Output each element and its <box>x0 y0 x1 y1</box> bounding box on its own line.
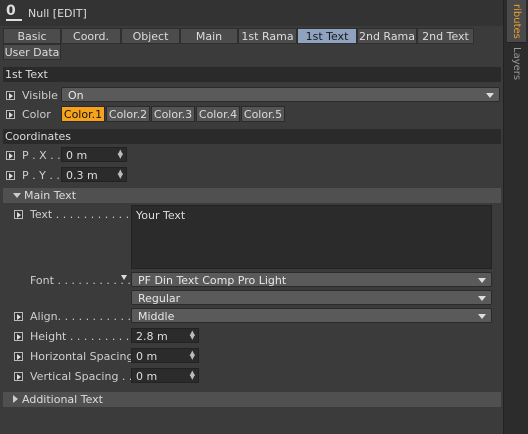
tab-main[interactable]: Main <box>180 28 238 44</box>
stepper-icon[interactable]: ▲ ▼ <box>190 350 195 361</box>
height-field[interactable]: 2.8 m ▲ ▼ <box>131 328 199 343</box>
object-title: Null [EDIT] <box>28 7 87 20</box>
align-value: Middle <box>138 310 175 323</box>
vspacing-value: 0 m <box>136 370 158 383</box>
color-5-button[interactable]: Color.5 <box>241 106 285 122</box>
tab-2nd-text[interactable]: 2nd Text <box>417 28 474 44</box>
section-1st-text: 1st Text <box>3 67 501 82</box>
align-dropdown[interactable]: Middle <box>131 308 492 323</box>
chevron-down-icon <box>478 314 486 319</box>
height-label: Height . . . . . . . . . . <box>30 330 137 343</box>
px-label: P . X . . <box>22 149 61 162</box>
expand-triangle-icon <box>13 193 21 198</box>
px-value: 0 m <box>66 149 88 162</box>
animate-icon[interactable] <box>14 210 23 219</box>
color-4-button[interactable]: Color.4 <box>196 106 240 122</box>
py-field[interactable]: 0.3 m ▲ ▼ <box>61 167 127 182</box>
py-label: P . Y . . <box>22 169 60 182</box>
font-label: Font . . . . . . . . . . . <box>30 274 131 287</box>
tab-user-data[interactable]: User Data <box>3 44 61 60</box>
color-1-button[interactable]: Color.1 <box>61 106 105 122</box>
chevron-down-icon <box>478 278 486 283</box>
vspacing-field[interactable]: 0 m ▲ ▼ <box>131 368 199 383</box>
stepper-icon[interactable]: ▲ ▼ <box>118 149 123 160</box>
animate-icon[interactable] <box>6 171 15 180</box>
font-style-dropdown[interactable]: Regular <box>131 290 492 305</box>
attributes-panel: 0 Null [EDIT] Basic Coord. Object Main 1… <box>0 0 503 434</box>
visible-value: On <box>68 89 84 102</box>
group-main-text[interactable]: Main Text <box>3 188 501 203</box>
animate-icon[interactable] <box>14 332 23 341</box>
animate-icon[interactable] <box>14 352 23 361</box>
collapse-triangle-icon <box>13 395 18 403</box>
text-label: Text . . . . . . . . . . . . <box>30 208 137 221</box>
tab-2nd-rama[interactable]: 2nd Rama <box>357 28 417 44</box>
hspacing-label: Horizontal Spacing <box>30 350 134 363</box>
chevron-down-icon <box>486 93 494 98</box>
font-style-value: Regular <box>138 292 181 305</box>
px-field[interactable]: 0 m ▲ ▼ <box>61 147 127 162</box>
side-tab-attributes[interactable]: ributes <box>507 0 526 43</box>
stepper-icon[interactable]: ▲ ▼ <box>190 370 195 381</box>
height-value: 2.8 m <box>136 330 168 343</box>
font-family-dropdown[interactable]: PF Din Text Comp Pro Light <box>131 272 492 287</box>
tab-1st-text[interactable]: 1st Text <box>297 28 357 44</box>
stepper-icon[interactable]: ▲ ▼ <box>118 169 123 180</box>
stepper-icon[interactable]: ▲ ▼ <box>190 330 195 341</box>
text-input[interactable]: Your Text <box>131 205 492 269</box>
visible-label: Visible <box>22 89 58 102</box>
font-family-value: PF Din Text Comp Pro Light <box>138 274 287 287</box>
color-3-button[interactable]: Color.3 <box>151 106 195 122</box>
group-additional-text[interactable]: Additional Text <box>3 392 501 407</box>
tab-1st-rama[interactable]: 1st Rama <box>238 28 297 44</box>
additional-text-heading: Additional Text <box>22 393 103 406</box>
title-bar: 0 Null [EDIT] <box>0 0 503 26</box>
animate-icon[interactable] <box>14 372 23 381</box>
null-object-icon: 0 <box>6 3 22 21</box>
py-value: 0.3 m <box>66 169 98 182</box>
align-label: Align. . . . . . . . . . . . <box>30 310 139 323</box>
main-text-heading: Main Text <box>24 189 77 202</box>
visible-dropdown[interactable]: On <box>61 87 500 102</box>
tab-basic[interactable]: Basic <box>3 28 61 44</box>
tab-coord[interactable]: Coord. <box>61 28 121 44</box>
chevron-down-icon <box>478 296 486 301</box>
side-tab-bar: ributes Layers <box>503 0 528 434</box>
animate-icon[interactable] <box>6 110 15 119</box>
vspacing-label: Vertical Spacing . . <box>30 370 133 383</box>
hspacing-value: 0 m <box>136 350 158 363</box>
side-tab-layers[interactable]: Layers <box>507 44 526 84</box>
animate-icon[interactable] <box>6 151 15 160</box>
color-2-button[interactable]: Color.2 <box>106 106 150 122</box>
tab-object[interactable]: Object <box>121 28 180 44</box>
section-coordinates: Coordinates <box>3 129 501 144</box>
hspacing-field[interactable]: 0 m ▲ ▼ <box>131 348 199 363</box>
animate-icon[interactable] <box>14 312 23 321</box>
color-label: Color <box>22 108 51 121</box>
animate-icon[interactable] <box>6 91 15 100</box>
